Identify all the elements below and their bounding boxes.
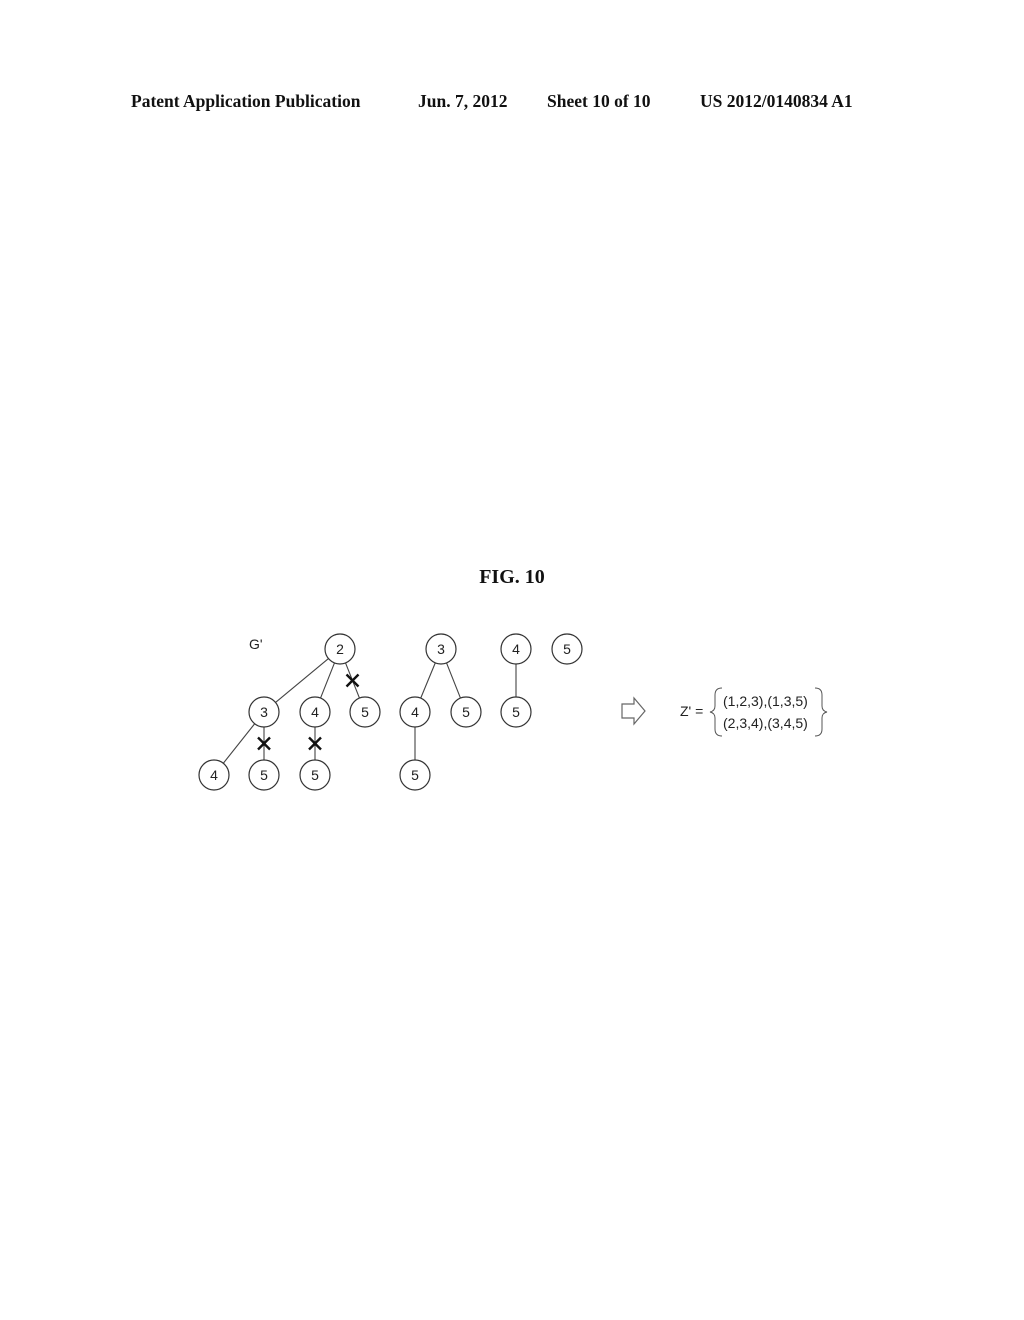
node-label: 5 <box>260 767 268 783</box>
node-label: 5 <box>311 767 319 783</box>
node-label: 5 <box>411 767 419 783</box>
implies-arrow-icon <box>621 696 646 726</box>
tree-node: 5 <box>551 633 583 665</box>
tree-edge <box>222 723 256 764</box>
tree-node: 5 <box>450 696 482 728</box>
tree-node: 3 <box>248 696 280 728</box>
node-label: 5 <box>462 704 470 720</box>
prune-x-icon <box>345 673 360 688</box>
tree-node: 2 <box>324 633 356 665</box>
nodes-group: 2 3 4 5 3 4 5 4 5 5 4 5 5 5 <box>198 633 583 791</box>
tree-node: 5 <box>349 696 381 728</box>
tree-node: 5 <box>399 759 431 791</box>
tree-edge <box>446 662 461 699</box>
node-label: 3 <box>260 704 268 720</box>
tree-node: 4 <box>299 696 331 728</box>
node-label: 2 <box>336 641 344 657</box>
result-line-1: (1,2,3),(1,3,5) <box>723 693 808 709</box>
node-label: 3 <box>437 641 445 657</box>
tree-diagram: G' 2 3 4 5 3 4 5 4 5 5 4 5 5 5 Z' = (1,2,3),(1,3,5) (… <box>198 633 828 791</box>
tree-edge <box>420 662 436 699</box>
tree-node: 4 <box>500 633 532 665</box>
tree-edge <box>275 658 329 703</box>
node-label: 4 <box>311 704 319 720</box>
node-label: 4 <box>411 704 419 720</box>
tree-node: 3 <box>425 633 457 665</box>
node-label: 5 <box>563 641 571 657</box>
left-brace <box>709 687 723 737</box>
tree-node: 5 <box>500 696 532 728</box>
node-label: 5 <box>361 704 369 720</box>
node-label: 4 <box>512 641 520 657</box>
tree-edge <box>320 662 335 699</box>
node-label: 5 <box>512 704 520 720</box>
graph-label: G' <box>249 636 263 652</box>
tree-node: 4 <box>399 696 431 728</box>
tree-node: 4 <box>198 759 230 791</box>
node-label: 4 <box>210 767 218 783</box>
result-label: Z' = <box>680 703 703 719</box>
tree-node: 5 <box>299 759 331 791</box>
right-brace <box>814 687 828 737</box>
result-line-2: (2,3,4),(3,4,5) <box>723 715 808 731</box>
tree-node: 5 <box>248 759 280 791</box>
